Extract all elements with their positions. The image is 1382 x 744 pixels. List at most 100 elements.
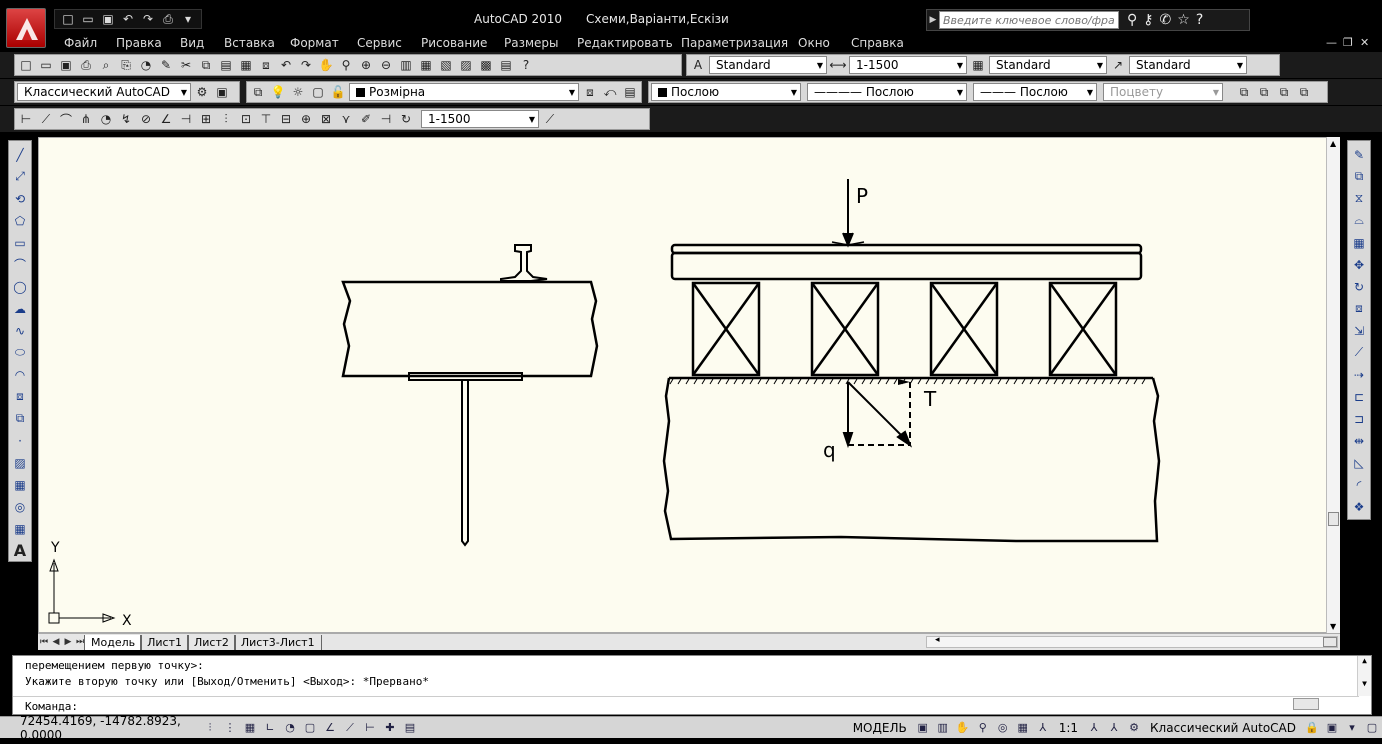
- dim-break-icon[interactable]: ⊤: [257, 110, 275, 128]
- open-icon[interactable]: ▭: [37, 56, 55, 74]
- explode-icon[interactable]: ❖: [1350, 497, 1368, 516]
- break-at-point-icon[interactable]: ⊏: [1350, 387, 1368, 406]
- menu-view[interactable]: Вид: [180, 36, 204, 50]
- menu-window[interactable]: Окно: [798, 36, 830, 50]
- drawing-canvas[interactable]: P T q Y X: [38, 137, 1340, 633]
- baseline-dim-icon[interactable]: ⊞: [197, 110, 215, 128]
- tab-sheet1[interactable]: Лист1: [140, 634, 189, 650]
- revision-cloud-icon[interactable]: ☁: [11, 299, 29, 318]
- jogged-dim-icon[interactable]: ↯: [117, 110, 135, 128]
- block-editor-icon[interactable]: ⧈: [257, 56, 275, 74]
- break-icon[interactable]: ⊐: [1350, 409, 1368, 428]
- redo-icon[interactable]: ↷: [297, 56, 315, 74]
- save-icon[interactable]: ▣: [99, 10, 117, 28]
- dim-style-select[interactable]: 1-1500 ▼: [849, 56, 967, 74]
- horizontal-scrollbar[interactable]: ◂: [926, 635, 1338, 648]
- ordinate-dim-icon[interactable]: ⋔: [77, 110, 95, 128]
- join-icon[interactable]: ⇹: [1350, 431, 1368, 450]
- expand-search-icon[interactable]: ▶: [927, 15, 939, 25]
- ortho-icon[interactable]: ∟: [260, 720, 280, 736]
- restore-icon[interactable]: ❐: [1343, 36, 1353, 49]
- search-input[interactable]: [939, 11, 1119, 29]
- menu-dimension[interactable]: Размеры: [504, 36, 559, 50]
- satellite-icon[interactable]: ✆: [1160, 12, 1172, 28]
- steering-wheel-icon[interactable]: ◎: [993, 720, 1013, 736]
- inspection-icon[interactable]: ⊠: [317, 110, 335, 128]
- model-space-toggle[interactable]: МОДЕЛЬ: [853, 721, 907, 735]
- dim-space-icon[interactable]: ⊡: [237, 110, 255, 128]
- mleader-style-icon[interactable]: ↗: [1109, 56, 1127, 74]
- design-feed-icon[interactable]: ✎: [157, 56, 175, 74]
- region-icon[interactable]: ◎: [11, 497, 29, 516]
- layer-manager-icon[interactable]: ⧉: [249, 83, 267, 101]
- tab-sheet2[interactable]: Лист2: [186, 634, 236, 650]
- scroll-down-icon[interactable]: ▼: [1330, 622, 1336, 631]
- move-icon[interactable]: ✥: [1350, 255, 1368, 274]
- redo-icon[interactable]: ↷: [139, 10, 157, 28]
- draw-order-front-icon[interactable]: ⧉: [1235, 83, 1253, 101]
- pan-icon[interactable]: ✋: [317, 56, 335, 74]
- sheet-set-icon[interactable]: ▨: [457, 56, 475, 74]
- lineweight-icon[interactable]: ✚: [380, 720, 400, 736]
- dim-edit-icon[interactable]: ✐: [357, 110, 375, 128]
- multiline-text-icon[interactable]: A: [11, 541, 29, 560]
- workspace-switch-icon[interactable]: ⚙: [1124, 720, 1144, 736]
- annotation-scale-value[interactable]: 1:1: [1059, 721, 1078, 735]
- menu-parametric[interactable]: Параметризация: [681, 36, 788, 50]
- diameter-dim-icon[interactable]: ⊘: [137, 110, 155, 128]
- plot-preview-icon[interactable]: ⌕: [97, 56, 115, 74]
- osnap-icon[interactable]: ▢: [300, 720, 320, 736]
- 3d-dwf-icon[interactable]: ◔: [137, 56, 155, 74]
- draw-order-under-icon[interactable]: ⧉: [1295, 83, 1313, 101]
- design-center-icon[interactable]: ▦: [417, 56, 435, 74]
- zoom-previous-icon[interactable]: ⊖: [377, 56, 395, 74]
- grid-icon[interactable]: ▦: [240, 720, 260, 736]
- erase-icon[interactable]: ✎: [1350, 145, 1368, 164]
- gradient-icon[interactable]: ▦: [11, 475, 29, 494]
- status-bar-menu-icon[interactable]: ▾: [1342, 720, 1362, 736]
- construction-line-icon[interactable]: ⤢: [11, 167, 29, 186]
- vertical-scroll-thumb[interactable]: [1328, 512, 1339, 526]
- scroll-up-icon[interactable]: ▲: [1330, 139, 1336, 148]
- menu-insert[interactable]: Вставка: [224, 36, 275, 50]
- vertical-scrollbar[interactable]: ▲ ▼: [1326, 137, 1340, 633]
- text-style-icon[interactable]: A: [689, 56, 707, 74]
- markup-icon[interactable]: ▩: [477, 56, 495, 74]
- arc-length-icon[interactable]: ⌒: [57, 110, 75, 128]
- showmotion-icon[interactable]: ▦: [1013, 720, 1033, 736]
- continue-dim-icon[interactable]: ⫶: [217, 110, 235, 128]
- horizontal-scroll-thumb[interactable]: [1323, 637, 1337, 647]
- toolbar-lock-icon[interactable]: 🔒: [1302, 720, 1322, 736]
- layer-freeze-icon[interactable]: ☼: [289, 83, 307, 101]
- draw-order-above-icon[interactable]: ⧉: [1275, 83, 1293, 101]
- polyline-icon[interactable]: ⟲: [11, 189, 29, 208]
- menu-help[interactable]: Справка: [851, 36, 904, 50]
- stretch-icon[interactable]: ⇲: [1350, 321, 1368, 340]
- insert-block-icon[interactable]: ⧈: [11, 387, 29, 406]
- center-mark-icon[interactable]: ⊕: [297, 110, 315, 128]
- fillet-icon[interactable]: ◜: [1350, 475, 1368, 494]
- layer-previous-icon[interactable]: ⤺: [601, 83, 619, 101]
- tab-model[interactable]: Модель: [84, 634, 143, 650]
- scroll-down-icon[interactable]: ▼: [1358, 679, 1371, 688]
- calculator-icon[interactable]: ▤: [497, 56, 515, 74]
- polygon-icon[interactable]: ⬠: [11, 211, 29, 230]
- paste-icon[interactable]: ▤: [217, 56, 235, 74]
- quick-dim-icon[interactable]: ⊣: [177, 110, 195, 128]
- text-style-select[interactable]: Standard ▼: [709, 56, 827, 74]
- copy-object-icon[interactable]: ⧉: [1350, 167, 1368, 186]
- help-icon[interactable]: ?: [517, 56, 535, 74]
- menu-file[interactable]: Файл: [64, 36, 97, 50]
- quick-view-layouts-icon[interactable]: ▥: [933, 720, 953, 736]
- plot-icon[interactable]: ⎙: [159, 10, 177, 28]
- layer-select[interactable]: Розмірна ▼: [349, 83, 579, 101]
- command-hscroll-thumb[interactable]: [1293, 698, 1319, 710]
- ellipse-icon[interactable]: ⬭: [11, 343, 29, 362]
- table-icon[interactable]: ▦: [11, 519, 29, 538]
- color-select[interactable]: Послою ▼: [651, 83, 801, 101]
- annotation-visibility-icon[interactable]: ⅄: [1084, 720, 1104, 736]
- zoom-window-icon[interactable]: ⊕: [357, 56, 375, 74]
- radius-dim-icon[interactable]: ◔: [97, 110, 115, 128]
- ellipse-arc-icon[interactable]: ◠: [11, 365, 29, 384]
- copy-icon[interactable]: ⧉: [197, 56, 215, 74]
